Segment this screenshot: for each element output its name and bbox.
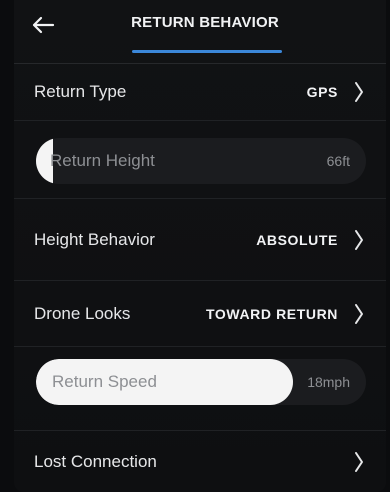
return-speed-value: 18mph bbox=[307, 374, 350, 390]
chevron-right-icon bbox=[355, 303, 363, 324]
arrow-left-icon bbox=[32, 16, 55, 34]
return-behavior-panel: RETURN BEHAVIOR Return Type GPS Return H… bbox=[14, 0, 386, 492]
return-height-label: Return Height bbox=[50, 151, 155, 170]
header: RETURN BEHAVIOR bbox=[14, 0, 386, 64]
return-height-slider[interactable]: Return Height 66ft bbox=[36, 138, 366, 184]
chevron-right-icon bbox=[355, 81, 363, 102]
return-type-row[interactable]: Return Type GPS bbox=[14, 63, 386, 121]
height-behavior-label: Height Behavior bbox=[34, 229, 155, 249]
screen: RETURN BEHAVIOR Return Type GPS Return H… bbox=[0, 0, 390, 492]
back-button[interactable] bbox=[28, 10, 58, 40]
return-speed-slider[interactable]: Return Speed 18mph bbox=[36, 359, 366, 405]
height-behavior-row[interactable]: Height Behavior ABSOLUTE bbox=[14, 199, 386, 281]
lost-connection-row[interactable]: Lost Connection bbox=[14, 431, 386, 492]
height-behavior-value: ABSOLUTE bbox=[256, 231, 338, 248]
chevron-right-icon bbox=[355, 229, 363, 250]
drone-looks-row[interactable]: Drone Looks TOWARD RETURN bbox=[14, 281, 386, 347]
page-title: RETURN BEHAVIOR bbox=[131, 14, 279, 31]
drone-looks-value: TOWARD RETURN bbox=[206, 305, 338, 322]
return-type-value: GPS bbox=[306, 83, 338, 100]
lost-connection-label: Lost Connection bbox=[34, 451, 157, 471]
chevron-right-icon bbox=[355, 451, 363, 472]
drone-looks-label: Drone Looks bbox=[34, 303, 131, 323]
return-type-label: Return Type bbox=[34, 81, 127, 101]
return-speed-row: Return Speed 18mph bbox=[14, 347, 386, 431]
title-underline bbox=[132, 50, 282, 53]
return-height-value: 66ft bbox=[326, 153, 350, 169]
return-speed-label: Return Speed bbox=[52, 372, 157, 391]
return-height-row: Return Height 66ft bbox=[14, 121, 386, 199]
